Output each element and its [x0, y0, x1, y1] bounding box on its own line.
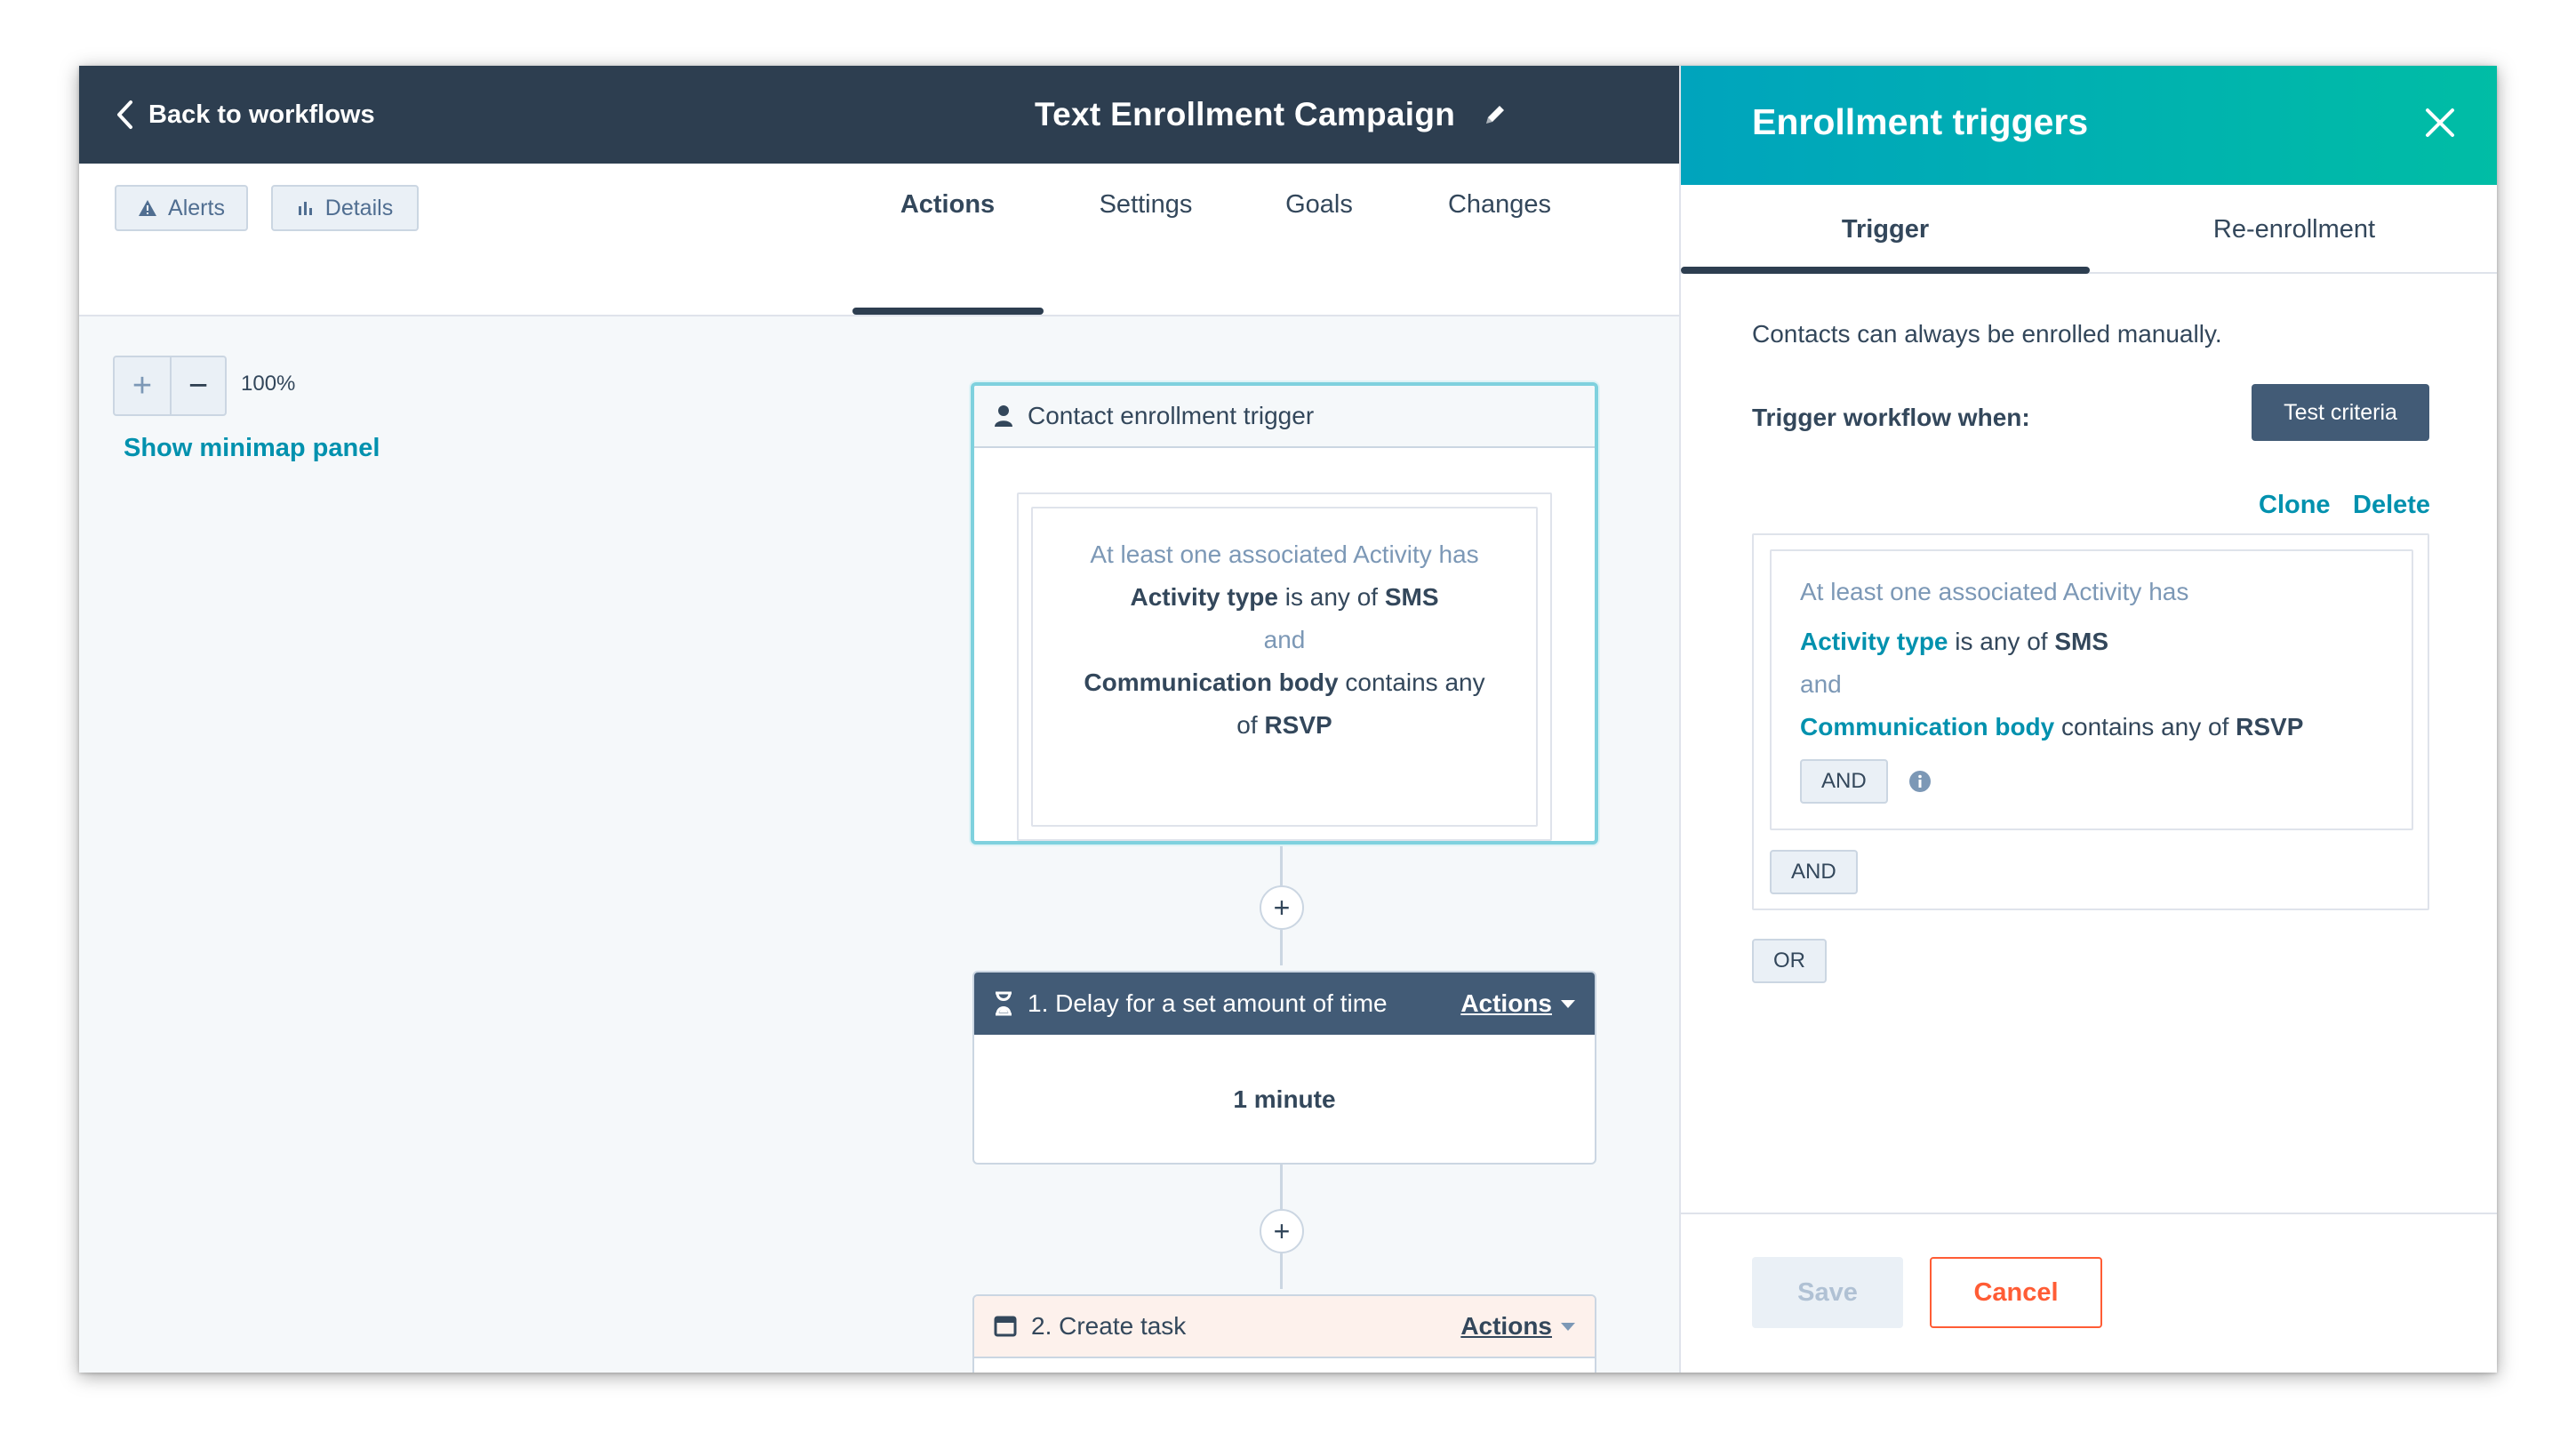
- info-icon[interactable]: [1908, 770, 1932, 793]
- create-task-card[interactable]: 2. Create task Actions: [972, 1294, 1596, 1373]
- delay-duration: 1 minute: [1233, 1085, 1336, 1113]
- criteria-filter-2-cont: of RSVP: [1033, 704, 1536, 747]
- filter-operator: contains any of: [2054, 713, 2236, 741]
- tab-settings[interactable]: Settings: [1084, 190, 1208, 244]
- caret-down-icon: [1561, 999, 1575, 1008]
- trigger-card-header: Contact enrollment trigger: [974, 386, 1595, 448]
- trigger-criteria-box: At least one associated Activity has Act…: [1017, 492, 1552, 841]
- criteria-group-outer: At least one associated Activity has Act…: [1752, 533, 2429, 910]
- delay-action-card[interactable]: 1. Delay for a set amount of time Action…: [972, 971, 1596, 1165]
- filter-property: Activity type: [1130, 583, 1278, 611]
- tab-actions[interactable]: Actions: [890, 190, 1005, 244]
- details-label: Details: [324, 195, 394, 220]
- filter-value: SMS: [2054, 628, 2109, 655]
- workflow-canvas[interactable]: + − 100% Show minimap panel + + Contact …: [79, 316, 1679, 1373]
- manual-enrollment-note: Contacts can always be enrolled manually…: [1752, 320, 2222, 348]
- criteria-group-inner[interactable]: At least one associated Activity has Act…: [1770, 549, 2413, 830]
- panel-footer: Save Cancel: [1681, 1213, 2497, 1373]
- delay-actions-dropdown[interactable]: Actions: [1460, 989, 1575, 1018]
- hourglass-icon: [996, 991, 1012, 1016]
- add-action-button[interactable]: +: [1260, 885, 1304, 930]
- alerts-button[interactable]: Alerts: [115, 185, 248, 231]
- actions-label: Actions: [1460, 989, 1552, 1017]
- save-button[interactable]: Save: [1752, 1257, 1903, 1328]
- connector-line: [1280, 930, 1283, 965]
- trigger-when-label: Trigger workflow when:: [1752, 404, 2030, 431]
- chevron-left-icon: [117, 100, 132, 129]
- filter-property: Communication body: [1800, 713, 2055, 741]
- delay-card-title: 1. Delay for a set amount of time: [1028, 989, 1388, 1017]
- details-button[interactable]: Details: [271, 185, 419, 231]
- filter-value: SMS: [1384, 583, 1439, 611]
- enrollment-trigger-card[interactable]: Contact enrollment trigger At least one …: [971, 382, 1598, 845]
- add-action-button[interactable]: +: [1260, 1209, 1304, 1253]
- filter-operator: is any of: [1948, 628, 2055, 655]
- zoom-out-button[interactable]: −: [170, 357, 225, 414]
- delay-card-header: 1. Delay for a set amount of time Action…: [974, 973, 1595, 1035]
- tab-goals[interactable]: Goals: [1270, 190, 1368, 244]
- workflow-editor-window: Back to workflows Text Enrollment Campai…: [79, 66, 2497, 1373]
- criteria-line1: At least one associated Activity has: [1800, 578, 2189, 605]
- filter-value: RSVP: [2236, 713, 2304, 741]
- tab-trigger[interactable]: Trigger: [1681, 185, 2090, 274]
- workflow-title: Text Enrollment Campaign: [1035, 96, 1456, 132]
- criteria-filter-1: Activity type is any of SMS: [1033, 576, 1536, 619]
- cancel-button[interactable]: Cancel: [1930, 1257, 2102, 1328]
- task-card-header: 2. Create task Actions: [974, 1296, 1595, 1358]
- person-icon: [995, 405, 1012, 427]
- caret-down-icon: [1561, 1322, 1575, 1331]
- or-button[interactable]: OR: [1752, 939, 1827, 983]
- pencil-icon[interactable]: [1482, 101, 1508, 128]
- task-actions-dropdown[interactable]: Actions: [1460, 1312, 1575, 1341]
- and-label: and: [1263, 626, 1306, 653]
- trigger-card-title: Contact enrollment trigger: [1028, 402, 1315, 429]
- delete-link[interactable]: Delete: [2353, 491, 2430, 520]
- title-area: Text Enrollment Campaign: [1035, 66, 1508, 164]
- zoom-controls: + −: [113, 356, 227, 416]
- panel-header: Enrollment triggers: [1681, 66, 2497, 185]
- filter-value: RSVP: [1264, 711, 1332, 739]
- zoom-in-button[interactable]: +: [115, 357, 170, 414]
- inner-and-button[interactable]: AND: [1800, 759, 1888, 804]
- close-icon[interactable]: [2422, 105, 2458, 140]
- bar-chart-icon: [298, 202, 312, 215]
- connector-line: [1280, 1161, 1283, 1214]
- tab-re-enrollment[interactable]: Re-enrollment: [2090, 185, 2497, 274]
- connector-line: [1280, 1253, 1283, 1289]
- criteria-line1: At least one associated Activity has: [1090, 540, 1479, 568]
- actions-label: Actions: [1460, 1312, 1552, 1340]
- criteria-filter-2[interactable]: Communication body contains any of RSVP: [1800, 713, 2303, 741]
- filter-operator: contains any: [1338, 668, 1485, 696]
- filter-property: Activity type: [1800, 628, 1948, 655]
- back-to-workflows-link[interactable]: Back to workflows: [115, 66, 375, 164]
- show-minimap-link[interactable]: Show minimap panel: [124, 434, 380, 463]
- test-criteria-button[interactable]: Test criteria: [2252, 384, 2429, 441]
- clone-link[interactable]: Clone: [2259, 491, 2331, 520]
- group-and-button[interactable]: AND: [1770, 850, 1858, 894]
- enrollment-triggers-panel: Enrollment triggers Trigger Re-enrollmen…: [1679, 66, 2497, 1373]
- filter-operator-cont: of: [1236, 711, 1265, 739]
- active-tab-indicator: [852, 308, 1044, 315]
- and-label: and: [1800, 670, 1842, 698]
- zoom-level: 100%: [241, 372, 296, 396]
- warning-icon: [139, 200, 157, 216]
- criteria-filter-1[interactable]: Activity type is any of SMS: [1800, 628, 2108, 656]
- task-card-title: 2. Create task: [1031, 1312, 1187, 1340]
- back-link-label: Back to workflows: [148, 100, 375, 129]
- panel-title: Enrollment triggers: [1752, 101, 2089, 142]
- top-bar: Back to workflows Text Enrollment Campai…: [79, 66, 1679, 164]
- filter-property: Communication body: [1084, 668, 1339, 696]
- trigger-criteria-group: At least one associated Activity has Act…: [1031, 507, 1538, 827]
- criteria-filter-2: Communication body contains any: [1033, 661, 1536, 704]
- active-panel-tab-indicator: [1681, 267, 2090, 274]
- alerts-label: Alerts: [168, 195, 225, 220]
- filter-operator: is any of: [1277, 583, 1385, 611]
- task-icon: [994, 1316, 1017, 1337]
- tab-changes[interactable]: Changes: [1437, 190, 1562, 244]
